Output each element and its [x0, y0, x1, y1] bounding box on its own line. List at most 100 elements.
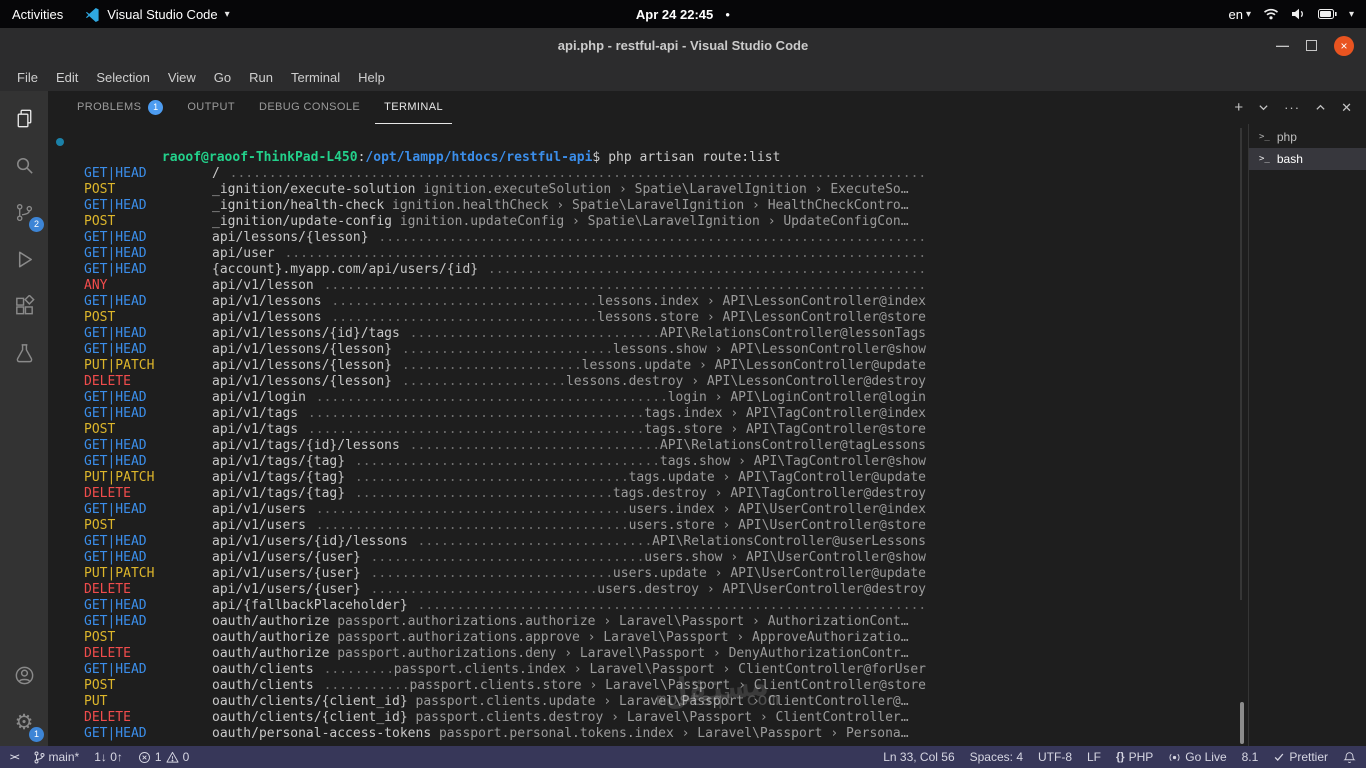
panel-tab-terminal[interactable]: TERMINAL [375, 91, 452, 124]
cursor-position-indicator[interactable]: Ln 33, Col 56 [883, 750, 954, 764]
sync-counts: 1↓ 0↑ [94, 750, 123, 764]
route-action: passport.authorizations.authorize › Lara… [329, 614, 909, 629]
route-method: GET|HEAD [84, 406, 147, 421]
app-indicator-label: Visual Studio Code [107, 6, 218, 22]
maximize-panel-chevron-icon[interactable] [1315, 102, 1326, 113]
eol-indicator[interactable]: LF [1087, 750, 1101, 764]
new-terminal-button[interactable]: + [1234, 99, 1243, 116]
route-uri: api/v1/tags/{tag} [212, 470, 346, 485]
wifi-icon[interactable] [1263, 8, 1279, 20]
route-method: PUT|PATCH [84, 358, 155, 373]
app-indicator[interactable]: Visual Studio Code ▾ [85, 6, 230, 22]
notifications-bell[interactable] [1343, 751, 1356, 764]
terminal-scrollbar-thumb[interactable] [1240, 702, 1244, 744]
route-method: POST [84, 214, 116, 229]
activities-button[interactable]: Activities [12, 7, 63, 22]
route-action: lessons.destroy › API\LessonController@d… [565, 374, 926, 389]
notification-dot: ● [725, 9, 731, 19]
panel-header: PROBLEMS 1 OUTPUT DEBUG CONSOLE TERMINAL + ·… [48, 91, 1366, 124]
route-uri: oauth/clients/{client_id} [212, 694, 408, 709]
git-branch-indicator[interactable]: main* [34, 750, 79, 764]
system-menu-chevron-icon[interactable]: ▾ [1349, 9, 1354, 20]
bottom-panel: PROBLEMS 1 OUTPUT DEBUG CONSOLE TERMINAL + ·… [48, 91, 1366, 746]
menu-selection[interactable]: Selection [87, 67, 158, 88]
route-uri: api/v1/tags/{id}/lessons [212, 438, 400, 453]
source-control-badge: 2 [29, 217, 44, 232]
route-row: GET|HEAD api/v1/users ...................… [84, 502, 926, 518]
battery-icon[interactable] [1317, 9, 1337, 19]
route-method: GET|HEAD [84, 438, 147, 453]
panel-tab-debug-console[interactable]: DEBUG CONSOLE [250, 91, 369, 124]
route-method: ANY [84, 278, 108, 293]
route-action: users.show › API\UserController@show [644, 550, 926, 565]
route-action: passport.clients.index › Laravel\Passpor… [393, 662, 926, 677]
route-row: GET|HEAD api/v1/lessons/{lesson} ........… [84, 342, 926, 358]
panel-body: raoof@raoof-ThinkPad-L450:/opt/lampp/htd… [48, 124, 1366, 746]
menu-edit[interactable]: Edit [47, 67, 87, 88]
go-live-button[interactable]: Go Live [1168, 750, 1227, 764]
route-uri: api/v1/lesson [212, 278, 314, 293]
explorer-icon[interactable] [0, 95, 48, 142]
search-icon[interactable] [0, 142, 48, 189]
maximize-button[interactable] [1306, 40, 1317, 51]
route-action: lessons.show › API\LessonController@show [612, 342, 926, 357]
route-row: ANY api/v1/lesson .......................… [84, 278, 926, 294]
panel-tab-output[interactable]: OUTPUT [178, 91, 244, 124]
panel-tab-problems[interactable]: PROBLEMS 1 [68, 91, 172, 124]
run-debug-icon[interactable] [0, 236, 48, 283]
terminal-output[interactable]: raoof@raoof-ThinkPad-L450:/opt/lampp/htd… [48, 124, 1248, 746]
route-method: GET|HEAD [84, 662, 147, 677]
clock[interactable]: Apr 24 22:45 ● [636, 0, 730, 28]
close-panel-icon[interactable]: ✕ [1341, 100, 1352, 116]
route-dots: ........................................… [401, 358, 582, 373]
menu-file[interactable]: File [8, 67, 47, 88]
language-mode-indicator[interactable]: {} PHP [1116, 750, 1153, 764]
prettier-indicator[interactable]: Prettier [1273, 750, 1328, 764]
route-dots: ........................................… [354, 454, 660, 469]
command-decoration-dot[interactable] [56, 138, 64, 146]
extensions-icon[interactable] [0, 283, 48, 330]
menu-terminal[interactable]: Terminal [282, 67, 349, 88]
keyboard-layout-indicator[interactable]: en ▾ [1228, 7, 1251, 22]
encoding-indicator[interactable]: UTF-8 [1038, 750, 1072, 764]
php-version-indicator[interactable]: 8.1 [1242, 750, 1259, 764]
accounts-icon[interactable] [0, 652, 48, 699]
panel-tab-label: OUTPUT [187, 101, 235, 113]
route-method: POST [84, 422, 116, 437]
terminal-list-item-bash[interactable]: >_ bash [1249, 148, 1366, 170]
minimize-button[interactable]: — [1276, 39, 1289, 52]
route-row: DELETE api/v1/lessons/{lesson} ..........… [84, 374, 926, 390]
terminal-list-item-php[interactable]: >_ php [1249, 126, 1366, 148]
menu-bar: File Edit Selection View Go Run Terminal Help [0, 63, 1366, 91]
route-method: GET|HEAD [84, 726, 147, 741]
route-row: GET|HEAD api/user .......................… [84, 246, 926, 262]
git-sync-indicator[interactable]: 1↓ 0↑ [94, 750, 123, 764]
indentation-indicator[interactable]: Spaces: 4 [970, 750, 1023, 764]
close-button[interactable]: × [1334, 35, 1354, 56]
problems-count-badge: 1 [148, 99, 164, 115]
route-row: DELETE api/v1/tags/{tag} ................… [84, 486, 926, 502]
menu-view[interactable]: View [159, 67, 205, 88]
route-action: users.destroy › API\UserController@destr… [597, 582, 926, 597]
source-control-icon[interactable]: 2 [0, 189, 48, 236]
route-method: POST [84, 518, 116, 533]
route-row: PUT|PATCH api/v1/users/{user} ...........… [84, 566, 926, 582]
menu-help[interactable]: Help [349, 67, 394, 88]
terminal-profile-chevron-icon[interactable] [1258, 102, 1269, 113]
terminal-scrollbar-track[interactable] [1240, 128, 1242, 600]
bell-icon [1343, 751, 1356, 763]
route-action: users.store › API\UserController@store [628, 518, 926, 533]
route-method: GET|HEAD [84, 262, 147, 277]
route-action: users.update › API\UserController@update [612, 566, 926, 581]
menu-go[interactable]: Go [205, 67, 240, 88]
menu-run[interactable]: Run [240, 67, 282, 88]
remote-indicator[interactable]: >< [10, 752, 19, 762]
route-uri: oauth/personal-access-tokens [212, 726, 432, 741]
route-row: GET|HEAD oauth/clients ..................… [84, 662, 926, 678]
window-titlebar[interactable]: api.php - restful-api - Visual Studio Co… [0, 28, 1366, 63]
more-actions-icon[interactable]: ··· [1284, 100, 1300, 115]
manage-gear-icon[interactable]: ⚙ 1 [0, 699, 48, 746]
problems-indicator[interactable]: 1 0 [138, 750, 189, 764]
testing-icon[interactable] [0, 330, 48, 377]
volume-icon[interactable] [1291, 8, 1306, 20]
